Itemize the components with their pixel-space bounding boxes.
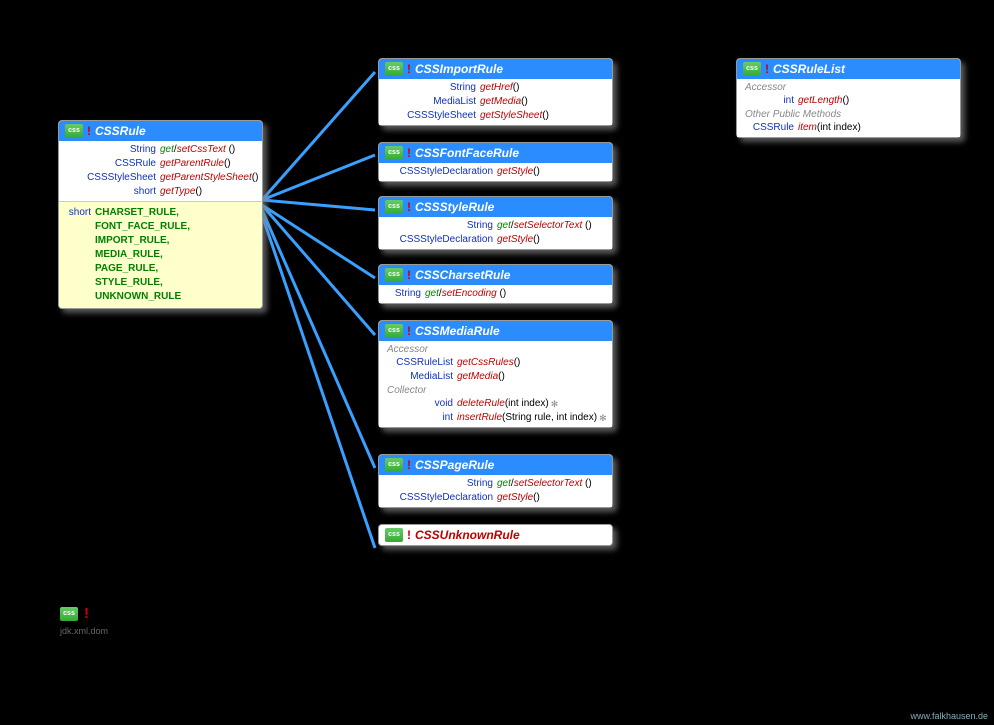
- method-row: CSSStyleDeclarationgetStyle (): [383, 491, 608, 505]
- bang-icon: !: [407, 458, 411, 472]
- css-icon: [385, 62, 403, 76]
- method-row: Stringget/setSelectorText (): [383, 219, 608, 233]
- css-icon: [385, 200, 403, 214]
- method-row: StringgetHref (): [383, 81, 608, 95]
- css-icon: [385, 528, 403, 542]
- bang-icon: !: [84, 605, 89, 622]
- class-header: ! CSSRule: [59, 121, 262, 141]
- method-row: intinsertRule (String rule, int index)✻: [383, 411, 608, 425]
- method-row: Stringget/setCssText (): [63, 143, 258, 157]
- class-title: CSSPageRule: [415, 458, 494, 472]
- section-label: Collector: [383, 384, 608, 397]
- method-row: Stringget/setSelectorText (): [383, 477, 608, 491]
- bang-icon: !: [407, 62, 411, 76]
- method-row: CSSStyleSheetgetParentStyleSheet (): [63, 171, 258, 185]
- css-icon: [385, 458, 403, 472]
- class-cssstylerule: ! CSSStyleRule Stringget/setSelectorText …: [378, 196, 613, 250]
- class-title: CSSImportRule: [415, 62, 503, 76]
- class-csscharsetrule: ! CSSCharsetRule Stringget/setEncoding (): [378, 264, 613, 304]
- class-header: ! CSSCharsetRule: [379, 265, 612, 285]
- method-row: Stringget/setEncoding (): [383, 287, 608, 301]
- class-body: Accessor CSSRuleListgetCssRules () Media…: [379, 341, 612, 427]
- section-label: Other Public Methods: [741, 108, 956, 121]
- package-module: jdk.xml.dom: [60, 626, 108, 636]
- css-icon: [385, 146, 403, 160]
- bang-icon: !: [765, 62, 769, 76]
- method-row: MediaListgetMedia (): [383, 370, 608, 384]
- class-header: ! CSSRuleList: [737, 59, 960, 79]
- package-name: org.w3c.dom.css: [95, 605, 217, 622]
- class-header: ! CSSPageRule: [379, 455, 612, 475]
- class-cssfontfacerule: ! CSSFontFaceRule CSSStyleDeclarationgetS…: [378, 142, 613, 182]
- class-header: ! CSSMediaRule: [379, 321, 612, 341]
- class-body: Stringget/setEncoding (): [379, 285, 612, 303]
- method-row: CSSRuleListgetCssRules (): [383, 356, 608, 370]
- section-label: Accessor: [741, 81, 956, 94]
- method-row: voiddeleteRule (int index)✻: [383, 397, 608, 411]
- class-cssrule: ! CSSRule Stringget/setCssText () CSSRul…: [58, 120, 263, 309]
- class-header: ! CSSFontFaceRule: [379, 143, 612, 163]
- class-body: Stringget/setSelectorText () CSSStyleDec…: [379, 217, 612, 249]
- class-body: Stringget/setCssText () CSSRulegetParent…: [59, 141, 262, 201]
- bang-icon: !: [407, 324, 411, 338]
- class-title: CSSMediaRule: [415, 324, 500, 338]
- method-row: CSSRuleitem (int index): [741, 121, 956, 135]
- class-title: CSSFontFaceRule: [415, 146, 519, 160]
- method-row: shortgetType (): [63, 185, 258, 199]
- bang-icon: !: [407, 528, 411, 542]
- class-title: CSSUnknownRule: [415, 528, 520, 542]
- class-body: Accessor intgetLength () Other Public Me…: [737, 79, 960, 137]
- css-icon: [65, 124, 83, 138]
- class-body: Stringget/setSelectorText () CSSStyleDec…: [379, 475, 612, 507]
- class-title: CSSCharsetRule: [415, 268, 510, 282]
- class-title: CSSRule: [95, 124, 146, 138]
- class-header: ! CSSStyleRule: [379, 197, 612, 217]
- section-label: Accessor: [383, 343, 608, 356]
- class-title: CSSStyleRule: [415, 200, 494, 214]
- method-row: MediaListgetMedia (): [383, 95, 608, 109]
- method-row: CSSStyleDeclarationgetStyle (): [383, 233, 608, 247]
- class-cssmediarule: ! CSSMediaRule Accessor CSSRuleListgetCss…: [378, 320, 613, 428]
- css-icon: [385, 324, 403, 338]
- method-row: CSSStyleSheetgetStyleSheet (): [383, 109, 608, 123]
- css-icon: [60, 607, 78, 621]
- class-csspagerule: ! CSSPageRule Stringget/setSelectorText (…: [378, 454, 613, 508]
- class-cssimportrule: ! CSSImportRule StringgetHref () MediaLis…: [378, 58, 613, 126]
- bang-icon: !: [87, 124, 91, 138]
- class-body: StringgetHref () MediaListgetMedia () CS…: [379, 79, 612, 125]
- class-cssunknownrule: ! CSSUnknownRule: [378, 524, 613, 546]
- css-icon: [385, 268, 403, 282]
- class-cssrulelist: ! CSSRuleList Accessor intgetLength () Ot…: [736, 58, 961, 138]
- bang-icon: !: [407, 146, 411, 160]
- method-row: CSSRulegetParentRule (): [63, 157, 258, 171]
- constants-block: shortCHARSET_RULE, FONT_FACE_RULE, IMPOR…: [59, 201, 262, 308]
- method-row: CSSStyleDeclarationgetStyle (): [383, 165, 608, 179]
- class-body: CSSStyleDeclarationgetStyle (): [379, 163, 612, 181]
- class-title: CSSRuleList: [773, 62, 845, 76]
- class-header: ! CSSImportRule: [379, 59, 612, 79]
- watermark: www.falkhausen.de: [910, 711, 988, 721]
- class-header: ! CSSUnknownRule: [379, 525, 612, 545]
- bang-icon: !: [407, 268, 411, 282]
- package-label: ! org.w3c.dom.css: [60, 605, 217, 622]
- bang-icon: !: [407, 200, 411, 214]
- method-row: intgetLength (): [741, 94, 956, 108]
- css-icon: [743, 62, 761, 76]
